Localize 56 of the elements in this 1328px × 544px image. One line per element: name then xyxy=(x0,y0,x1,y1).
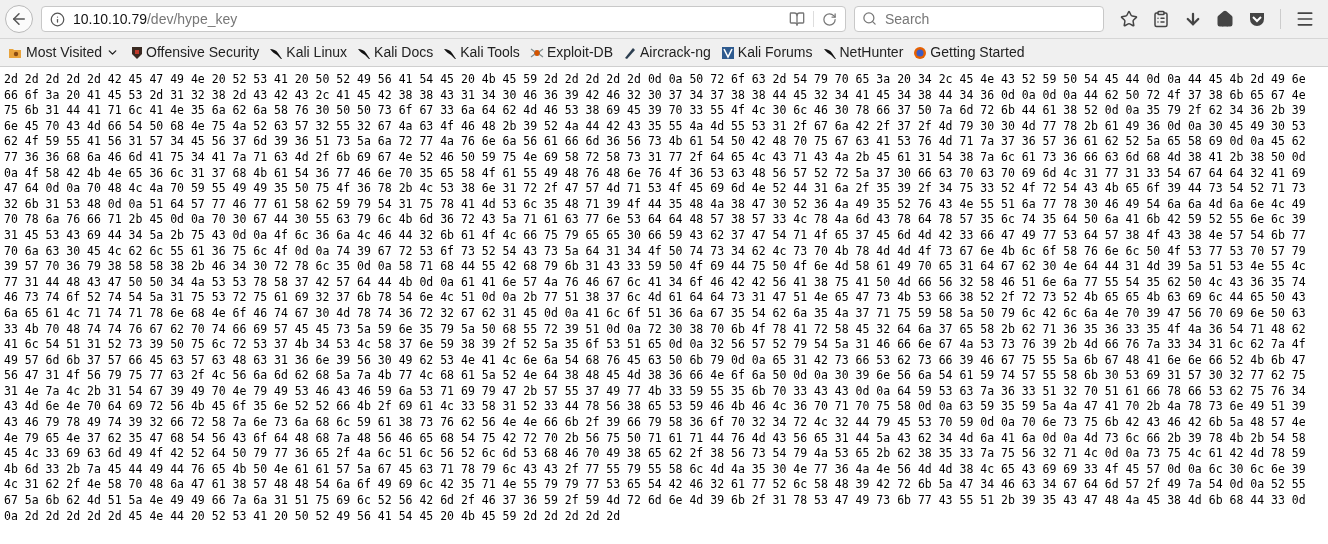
download-icon[interactable] xyxy=(1184,10,1202,28)
hex-text-line: 39 57 70 36 79 38 58 58 38 2b 46 34 30 72 78 6c 35 0d 0a 58 71 68 44 55 42 68 79 6b 31 43 33 59 50 4f 69 44 75 50 4f 6e 4d 58 61 49 70 65 31 64 67 62 30 4e 64 44 31 4d 39 5a 51 53 4e 55 4c xyxy=(4,259,1306,275)
hex-text-line: 4e 79 65 4e 37 62 35 47 68 54 56 43 6f 64 48 68 7a 48 56 46 65 68 54 75 42 72 70 2b 56 75 50 71 61 71 44 76 4d 43 56 65 31 44 5a 43 62 34 4d 6a 41 6a 0d 0a 4d 73 6c 66 2b 39 78 4b 2b 54 58 xyxy=(4,430,1306,447)
hex-text-line: 2d 2d 2d 2d 2d 42 45 47 49 4e 20 52 53 41 20 50 52 49 56 41 54 45 20 4b 45 59 2d 2d 2d 2d 2d 0d 0a 50 72 6f 63 2d 54 79 70 65 3a 20 34 2c 45 4e 43 52 59 50 54 45 44 0d 0a 44 45 4b 2d 49 6e xyxy=(4,72,1306,88)
hex-text-line: 6e 45 70 43 4d 66 54 50 68 4e 75 4a 52 63 57 32 55 32 67 4a 63 4f 46 48 2b 39 52 4a 44 42 43 35 55 4a 4d 55 53 31 2f 67 6a 42 2f 37 2f 4d 79 30 30 4d 77 78 2b 61 49 36 0d 0a 30 45 49 30 53 xyxy=(4,118,1306,135)
hex-text-line: 4b 6d 33 2b 7a 45 44 49 44 76 65 4b 50 4e 61 61 57 5a 67 45 63 71 78 79 6c 43 43 2f 77 55 79 55 58 6c 4d 4a 35 30 4e 77 36 4a 4e 56 4d 4d 38 4c 65 43 69 69 33 4f 45 57 0d 0a 6c 30 6c 6e 39 xyxy=(4,461,1306,478)
hex-text-line: 46 73 74 6f 52 74 54 5a 31 75 53 72 75 61 69 32 37 6b 78 54 6e 4c 51 0d 0a 2b 77 51 38 37 6c 4d 61 64 64 73 31 47 51 4e 65 47 73 4b 53 66 38 52 2f 72 73 52 4b 65 65 4b 63 69 6c 44 65 50 43 xyxy=(4,290,1306,306)
hex-text-line: 47 64 0d 0a 70 48 4c 4a 70 59 55 49 49 35 50 75 4f 36 78 2b 4c 53 38 6e 31 72 2f 47 57 4d 71 53 4f 45 69 6d 4e 52 44 31 6a 2f 35 39 2f 34 75 33 52 4f 72 54 43 4b 65 6f 39 44 73 54 52 71 73 xyxy=(4,181,1306,197)
url-bar[interactable]: 10.10.10.79/dev/hype_key xyxy=(41,6,846,32)
shield-icon xyxy=(131,45,143,60)
hex-text-line: 66 6f 3a 20 41 45 53 2d 31 32 38 2d 43 42 43 2c 41 45 42 38 38 43 31 34 30 46 36 39 42 46 32 30 37 34 37 38 38 44 45 32 34 41 45 34 38 44 34 36 0d 0a 0d 0a 44 62 50 72 4f 37 38 6b 65 67 4e xyxy=(4,87,1306,104)
bookmark-link[interactable]: Exploit-DB xyxy=(527,41,615,64)
hex-text-line: 45 4c 33 69 63 6d 49 4f 42 52 64 50 79 77 36 65 2f 4a 6c 51 6c 56 52 6c 6d 53 68 46 70 49 38 65 62 2f 38 56 73 54 79 4a 53 65 2b 62 38 35 33 7a 75 56 32 71 4c 0d 0a 73 75 4c 61 42 4d 78 59 xyxy=(4,446,1306,462)
reader-view-icon[interactable] xyxy=(789,11,805,27)
hex-text-line: 56 47 31 4f 56 79 75 77 63 2f 4c 56 6a 6d 62 68 5a 7a 4b 77 4c 68 61 5a 52 4e 64 38 48 45 4d 38 36 66 4e 6f 6a 50 0d 0a 30 39 6e 56 6a 54 61 59 74 57 55 58 6b 30 53 69 31 57 30 32 77 62 75 xyxy=(4,368,1306,384)
hex-text-line: 31 45 53 43 69 44 34 5a 2b 75 43 0d 0a 4f 6c 36 6a 4c 46 44 32 6b 61 4f 4c 66 75 79 65 65 30 66 59 43 62 37 47 54 71 4f 65 37 45 6d 4d 42 33 66 47 49 77 53 64 57 38 4f 43 38 4e 57 54 6b 77 xyxy=(4,227,1306,244)
bookmark-folder[interactable]: Most Visited xyxy=(4,41,123,64)
hex-text-line: 0a 4f 58 42 4b 4e 65 36 6c 31 37 68 4b 61 54 36 77 46 6e 70 35 65 58 4f 61 55 49 48 76 48 6e 76 4f 36 53 63 48 56 57 52 72 5a 37 30 66 63 70 63 70 69 6d 4c 31 77 31 33 54 67 64 64 32 41 69 xyxy=(4,165,1306,182)
bookmark-link[interactable]: Kali Tools xyxy=(441,41,522,64)
search-field[interactable]: Search xyxy=(854,6,1104,32)
hex-text-line: 4c 31 62 2f 4e 58 70 48 6a 47 61 38 57 48 48 54 6a 6f 49 69 6c 42 35 71 4e 55 79 79 77 53 65 54 42 46 32 61 77 52 6c 58 48 39 42 72 6b 5a 47 34 46 63 34 67 64 6d 57 2f 49 7a 54 0d 0a 52 55 xyxy=(4,477,1306,494)
search-icon xyxy=(862,11,877,26)
library-icon[interactable] xyxy=(1152,10,1170,28)
square-logo-icon xyxy=(720,45,735,60)
hex-text-line: 49 57 6d 6b 37 57 66 45 63 57 63 48 63 31 36 6e 39 56 30 49 62 53 4e 41 4c 6e 6a 54 68 76 45 63 50 6b 79 0d 0a 65 31 42 73 66 53 62 73 66 39 46 67 75 55 5a 6b 67 48 41 6e 6e 66 52 4b 6b 47 xyxy=(4,352,1306,369)
hex-text-line: 41 6c 54 51 31 52 73 39 50 75 6c 72 53 37 4b 34 53 4c 58 37 6e 59 38 39 2f 52 5a 35 6f 53 51 65 0d 0a 32 56 57 52 79 54 5a 31 46 66 6e 67 4a 53 73 76 39 2b 4d 66 76 7a 33 34 31 6c 62 7a 4f xyxy=(4,337,1306,353)
home-icon[interactable] xyxy=(1216,10,1234,28)
star-icon[interactable] xyxy=(1120,10,1138,28)
hex-text-line: 43 46 79 78 49 74 39 32 66 72 58 7a 6e 73 6a 68 6c 59 61 38 73 76 62 56 4e 4e 66 6b 2f 39 66 79 58 36 6f 70 32 34 72 4c 32 44 79 45 53 70 59 0d 0a 70 6e 73 75 6b 42 43 46 42 6b 5a 48 57 4e xyxy=(4,415,1306,431)
pocket-icon[interactable] xyxy=(1248,10,1266,28)
bookmark-link[interactable]: Kali Docs xyxy=(355,41,436,64)
bookmark-link[interactable]: Kali Forums xyxy=(718,41,815,64)
hex-text-line: 0a 2d 2d 2d 2d 2d 45 4e 44 20 52 53 41 20 50 52 49 56 41 54 45 20 4b 45 59 2d 2d 2d 2d 2d xyxy=(4,508,621,525)
hex-text-line: 31 4e 7a 4c 2b 31 54 67 39 49 70 4e 79 49 53 46 43 46 59 6a 53 71 69 79 47 2b 57 55 37 49 77 4b 33 59 55 35 6b 70 33 43 43 0d 0a 64 59 53 63 7a 36 33 51 32 70 51 61 66 78 66 53 62 75 76 34 xyxy=(4,383,1306,400)
hex-text-line: 62 4f 59 55 41 56 31 57 34 45 56 37 6d 39 36 51 73 5a 6a 72 77 4a 76 6e 6a 56 61 66 6d 36 56 73 4b 61 54 50 42 48 70 75 67 63 41 53 76 4d 71 7a 37 36 57 36 61 62 52 5a 65 58 69 0d 0a 45 62 xyxy=(4,134,1306,150)
menu-icon[interactable] xyxy=(1295,9,1315,29)
bookmark-link[interactable]: Getting Started xyxy=(911,41,1027,64)
hex-text-line: 75 6b 31 44 41 71 6c 41 4e 35 6a 62 6a 58 76 30 50 50 73 6f 67 33 6a 64 62 4d 46 53 38 69 45 39 70 33 55 4f 4c 30 6c 46 30 78 66 37 50 7a 6d 72 6b 44 61 38 52 0d 0a 35 79 2f 62 34 36 2b 39 xyxy=(4,103,1306,119)
hex-text-line: 6a 65 61 4c 71 74 71 78 6e 68 4e 6f 46 74 67 30 4d 78 74 36 72 32 67 62 31 45 0d 0a 41 6c 6f 51 36 6a 67 35 54 62 6a 35 4a 37 71 75 59 58 5a 50 79 6c 42 6c 6a 4e 70 39 47 56 70 69 6e 50 63 xyxy=(4,305,1306,322)
hex-text-line: 77 36 36 68 6a 46 6d 41 75 34 41 7a 71 63 4d 2f 6b 69 67 4e 52 46 50 59 75 4e 69 58 72 58 73 31 77 2f 64 65 4c 43 71 43 4a 2b 45 61 31 54 38 7a 6c 61 73 36 66 63 6d 68 4d 38 41 2b 38 50 0d xyxy=(4,149,1306,166)
hex-text-line: 32 6b 31 53 48 0d 0a 51 64 57 77 46 77 61 58 62 59 79 54 31 75 78 41 4d 53 6c 35 48 71 39 4f 44 35 48 4a 38 47 30 52 36 4a 49 35 52 76 43 4e 55 51 6a 77 78 30 46 49 54 6a 6a 4d 6a 6e 4c 49 xyxy=(4,196,1306,213)
hex-text-line: 67 5a 6b 62 4d 51 5a 4e 49 49 66 7a 6a 31 51 75 69 6c 52 56 42 6d 2f 46 37 36 59 2f 59 4d 72 6d 6e 4d 39 6b 2f 31 78 53 47 49 73 6b 77 43 55 51 2b 39 35 43 47 48 4a 45 38 4d 6b 68 44 33 0d xyxy=(4,493,1306,509)
reload-icon[interactable] xyxy=(822,11,837,27)
info-icon xyxy=(50,11,65,27)
bookmark-link[interactable]: Kali Linux xyxy=(267,41,350,64)
hex-text-line: 70 6a 63 30 45 4c 62 6c 55 61 36 75 6c 4f 0d 0a 74 39 67 72 53 6f 73 52 54 43 73 5a 64 31 34 4f 50 74 73 34 62 4c 73 70 4b 78 4d 4d 4f 73 67 6e 4b 6c 6f 58 76 6e 6c 50 4f 53 77 53 70 57 79 xyxy=(4,243,1306,260)
hex-text-line: 70 78 6a 76 66 71 2b 45 0d 0a 70 30 67 44 30 55 63 79 6c 4b 6d 36 72 43 5a 71 61 63 77 6e 53 64 64 48 57 38 57 33 4c 78 4a 6d 43 78 64 78 57 35 6c 74 35 64 50 6a 41 6b 42 59 52 55 6e 6c 39 xyxy=(4,212,1306,228)
hex-text-line: 33 4b 70 48 74 74 76 67 62 70 74 66 69 57 45 45 73 5a 59 6e 35 79 5a 50 68 55 72 39 51 0d 0a 72 30 38 70 6b 4f 78 41 72 58 45 32 64 6a 37 65 58 2b 62 71 36 35 36 33 35 4f 4a 36 54 71 48 62 xyxy=(4,321,1306,338)
globe-icon xyxy=(913,45,928,60)
url-text: 10.10.10.79/dev/hype_key xyxy=(73,9,239,29)
bookmark-link[interactable]: Offensive Security xyxy=(129,41,262,64)
back-button[interactable] xyxy=(5,5,33,33)
bookmark-link[interactable]: Aircrack-ng xyxy=(621,41,713,64)
bookmark-link[interactable]: NetHunter xyxy=(820,41,906,64)
hex-text-line: 43 4d 6e 4e 70 64 69 72 56 4b 45 6f 35 6e 52 52 66 4b 2f 69 61 4c 33 58 31 52 33 44 78 56 38 65 53 59 46 4b 46 4c 36 70 71 70 75 58 0d 0a 63 59 35 59 5a 4a 47 41 70 2b 4a 78 73 6e 49 51 39 xyxy=(4,399,1306,416)
hex-text-line: 77 31 44 48 43 47 50 50 34 4a 53 53 78 58 37 42 57 64 44 4b 0d 0a 61 41 6e 57 4a 76 46 67 6c 41 34 6f 46 42 42 56 41 38 75 41 50 4d 66 56 32 58 46 51 6e 6a 77 55 54 35 62 50 4c 43 36 35 74 xyxy=(4,274,1306,291)
